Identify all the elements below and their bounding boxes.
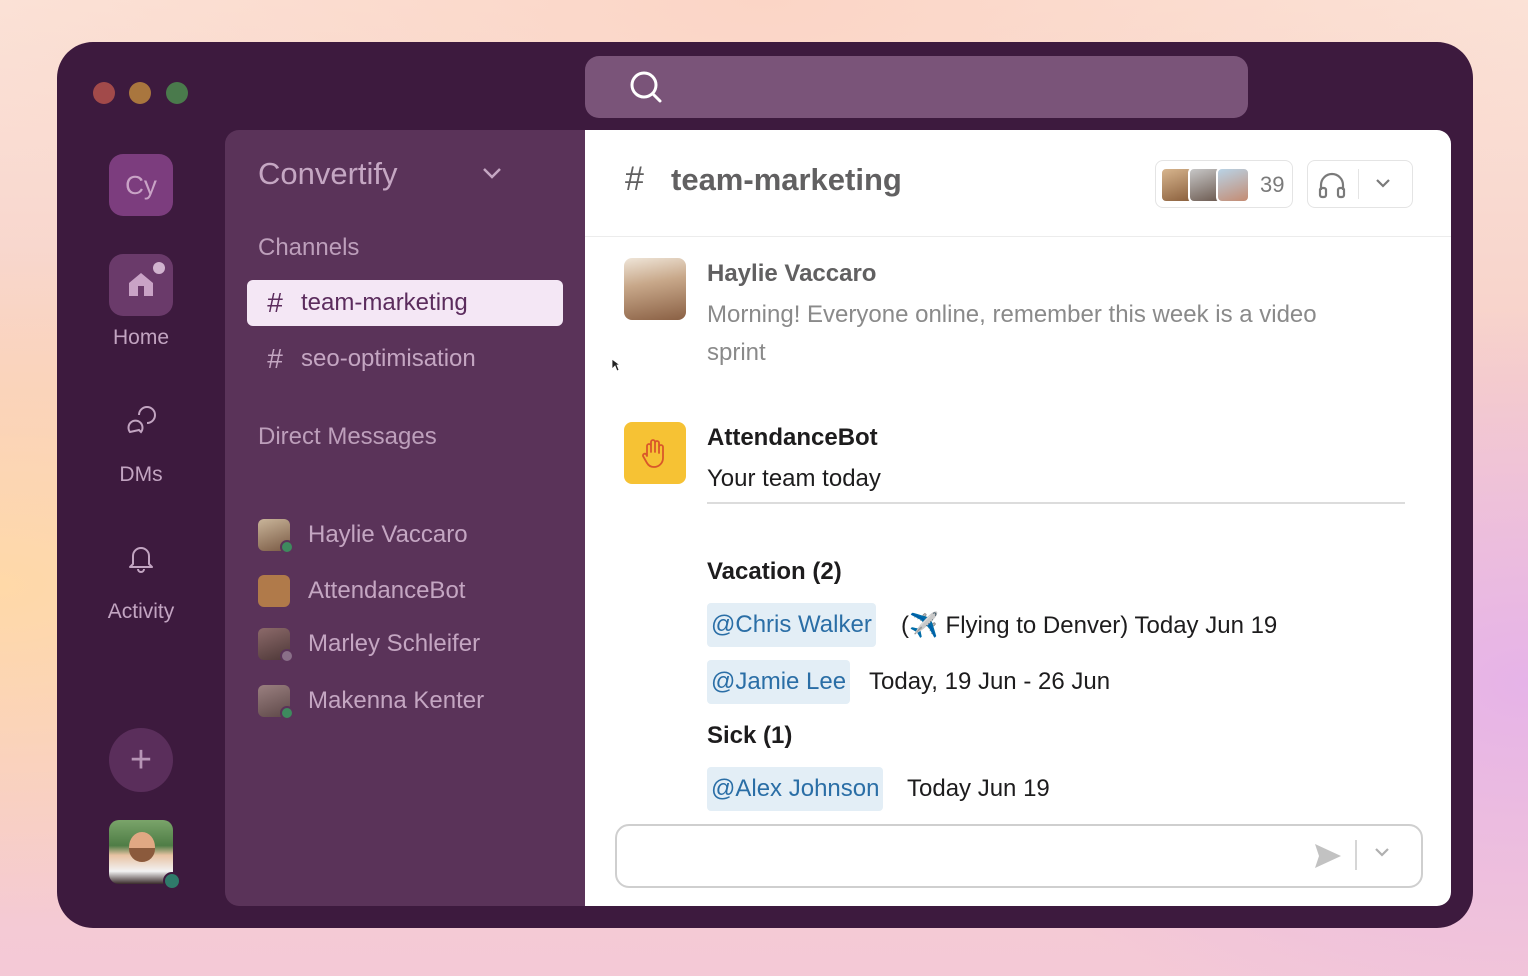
home-label: Home [112,326,170,349]
avatar [1216,167,1250,203]
dm-item-haylie-vaccaro[interactable]: Haylie Vaccaro [258,515,468,555]
dm-item-makenna-kenter[interactable]: Makenna Kenter [258,681,484,721]
hash-icon: # [267,343,283,374]
close-window-button[interactable] [93,82,115,104]
vacation-heading: Vacation (2) [707,558,842,585]
home-icon [129,273,153,296]
add-button[interactable]: + [109,728,173,792]
send-icon[interactable] [1313,842,1343,870]
search-icon [630,71,662,103]
message-text: Your team today [707,465,881,492]
avatar [258,685,294,720]
mention-detail: Today, 19 Jun - 26 Jun [869,668,1111,695]
dm-item-attendancebot[interactable]: AttendanceBot [258,571,465,611]
mouse-cursor-icon [611,358,621,372]
channel-item-seo-optimisation[interactable]: # seo-optimisation [247,336,563,382]
dm-label: Makenna Kenter [308,687,485,714]
avatar[interactable] [624,422,686,484]
dm-label: Marley Schleifer [308,630,481,657]
avatar [258,519,294,554]
avatar [258,628,294,663]
divider [707,502,1405,504]
channel-label: team-marketing [301,289,468,316]
avatar [258,575,290,607]
workspace-name[interactable]: Convertify [258,156,398,192]
user-status-dot [163,872,181,890]
dm-item-marley-schleifer[interactable]: Marley Schleifer [258,624,480,664]
raised-hand-icon [642,439,664,468]
user-mention[interactable]: @Alex Johnson [707,767,884,811]
workspace-switcher-button[interactable]: Cy [109,154,173,216]
message-sender[interactable]: Haylie Vaccaro [707,260,876,288]
message-sender[interactable]: AttendanceBot [707,424,878,452]
channel-header: # team-marketing 39 [585,130,1451,237]
current-user-avatar[interactable] [109,820,173,884]
home-button[interactable] [109,254,173,316]
huddle-button[interactable] [1307,160,1413,208]
home-notification-dot [153,262,165,274]
dms-label[interactable]: DMs [57,463,225,487]
direct-messages-heading[interactable]: Direct Messages [258,423,437,451]
channel-label: seo-optimisation [301,345,476,372]
hash-icon: # [267,287,283,318]
message-text: Morning! Everyone online, remember this … [707,301,1317,366]
message-composer[interactable] [615,824,1423,888]
member-count: 39 [1260,172,1285,197]
minimize-window-button[interactable] [129,82,151,104]
headphones-icon[interactable] [1316,169,1348,201]
app-window: Cy Home DMs Activity + Convertify Channe… [57,42,1473,928]
search-input[interactable] [585,56,1248,118]
activity-label[interactable]: Activity [57,600,225,624]
user-mention[interactable]: @Chris Walker [707,603,876,647]
dms-icon[interactable] [125,406,157,438]
members-button[interactable]: 39 [1155,160,1293,208]
channel-item-team-marketing[interactable]: # team-marketing [247,280,563,326]
chevron-down-icon[interactable] [1374,177,1392,191]
hash-icon: # [625,160,644,198]
chevron-down-icon[interactable] [1373,846,1391,860]
channels-heading[interactable]: Channels [258,234,359,262]
user-mention[interactable]: @Jamie Lee [707,660,851,704]
mention-detail: (✈️ Flying to Denver) Today Jun 19 [901,612,1278,639]
channel-title[interactable]: team-marketing [671,162,902,198]
channel-view: # team-marketing 39 Haylie Vaccaro Morni… [585,130,1451,906]
dm-label: Haylie Vaccaro [308,521,468,548]
channel-sidebar: Convertify Channels # team-marketing # s… [225,130,585,906]
dm-label: AttendanceBot [308,577,466,604]
maximize-window-button[interactable] [166,82,188,104]
chevron-down-icon[interactable] [481,166,503,180]
sick-heading: Sick (1) [707,722,793,749]
mention-detail: Today Jun 19 [907,775,1050,802]
avatar[interactable] [624,258,686,320]
bell-icon[interactable] [125,542,157,574]
